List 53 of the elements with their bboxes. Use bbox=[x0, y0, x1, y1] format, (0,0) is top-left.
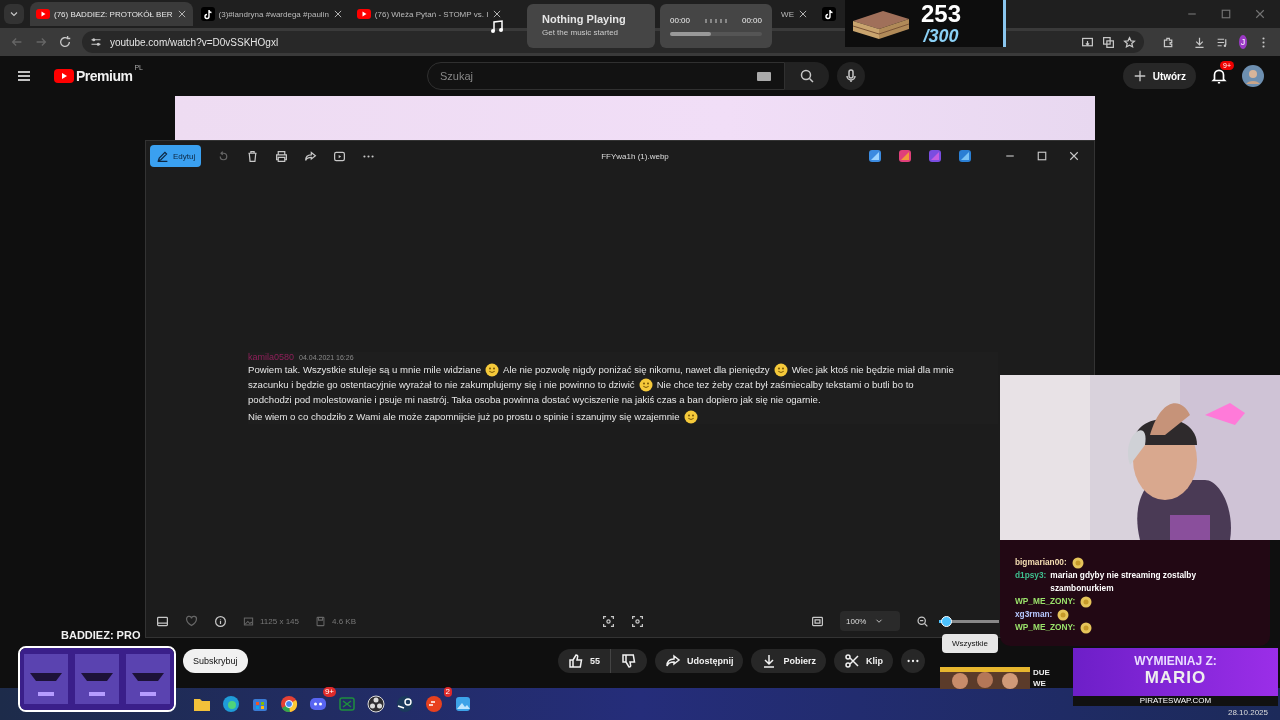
tab-title: WE bbox=[781, 9, 794, 19]
video-title: DUE bbox=[1033, 667, 1050, 678]
message-text: Ale nie pozwolę nigdy poniżać się nikomu, nawet dla pieniędzy bbox=[503, 363, 770, 377]
browser-tab[interactable]: (3)#landryna #wardega #paulin bbox=[194, 2, 349, 26]
message-text: Nie chce tez żeby czat był zaśmiecalby tekstami o butli bo to bbox=[656, 378, 914, 392]
tab-title: (76) BADDIEZ: PROTOKÓŁ BER bbox=[54, 9, 173, 19]
app-badge: 9+ bbox=[322, 687, 336, 697]
profile-avatar[interactable]: J bbox=[1239, 35, 1247, 49]
like-button[interactable]: 55 bbox=[557, 649, 611, 673]
tooltip: Wszystkie bbox=[942, 634, 998, 653]
elapsed-time: 00:00 bbox=[670, 16, 691, 25]
ad-headline: WYMIENIAJ Z: bbox=[1134, 654, 1217, 668]
download-button[interactable]: Pobierz bbox=[751, 649, 826, 673]
message-text: podchodzi pod molestowanie i psuje mi nastrój. Taka osoba powinna dostać wyciszenie na jakiś czas a ban dopiero jak się nie ogarnie. bbox=[248, 393, 821, 407]
search-field[interactable]: Szukaj bbox=[427, 62, 785, 90]
channel-name: WE bbox=[1033, 678, 1047, 689]
message-username: kamila0580 bbox=[248, 352, 295, 362]
file-name: FFYwa1h (1).webp bbox=[601, 151, 670, 161]
total-time: 00:00 bbox=[741, 16, 762, 25]
url-text: youtube.com/watch?v=D0vSSKHOgxl bbox=[110, 36, 279, 48]
message-text: Nie wiem o co chodziło z Wami ale może zapomnijcie już po prostu o spinie i szanujmy się wzajemnie bbox=[248, 410, 680, 424]
image-dimensions: 1125 x 145 bbox=[260, 616, 299, 626]
create-button[interactable]: Utwórz bbox=[1122, 63, 1196, 89]
message-text: Powiem tak. Wszystkie stuleje są u mnie mile widziane bbox=[248, 363, 481, 377]
media-title: Nothing Playing bbox=[542, 13, 627, 25]
browser-tab[interactable]: WE bbox=[775, 2, 814, 26]
browser-tab[interactable]: (76) Wieża Pytań - STOMP vs. I bbox=[350, 2, 509, 26]
ad-title: MARIO bbox=[1144, 668, 1207, 688]
counter-value: 253 bbox=[921, 1, 962, 26]
tab-title: (3)#landryna #wardega #paulin bbox=[218, 9, 329, 19]
message-text: szacunku i będzie go ostentacyjnie wyrażał to nie zakumplujemy się i nie powinno to dziwić bbox=[248, 378, 635, 392]
chat-username: WP_ME_ZONY: bbox=[1015, 595, 1076, 608]
share-button[interactable]: Udostępnij bbox=[655, 649, 744, 673]
media-subtitle: Get the music started bbox=[542, 28, 620, 37]
chat-username: d1psy3: bbox=[1015, 569, 1047, 582]
chat-message: marian gdyby nie streaming zostalby szambonurkiem bbox=[1050, 569, 1198, 595]
browser-tab[interactable]: (76) BADDIEZ: PROTOKÓŁ BER bbox=[30, 2, 193, 26]
clip-button[interactable]: Klip bbox=[834, 649, 893, 673]
subscribe-button[interactable]: Subskrybuj bbox=[183, 649, 248, 673]
ad-url: PIRATESWAP.COM bbox=[1073, 696, 1278, 706]
edit-button[interactable]: Edytuj bbox=[150, 145, 202, 167]
zoom-dropdown[interactable]: 100% bbox=[840, 611, 900, 631]
tab-title: (76) Wieża Pytań - STOMP vs. I bbox=[374, 9, 489, 19]
app-badge: 2 bbox=[443, 687, 452, 697]
file-size: 4.6 KB bbox=[332, 616, 356, 626]
video-title: BADDIEZ: PRO bbox=[61, 628, 141, 643]
message-text: Wiec jak ktoś nie będzie miał dla mnie bbox=[791, 363, 954, 377]
counter-goal: /300 bbox=[923, 25, 959, 46]
taskbar-date: 28.10.2025 bbox=[1227, 707, 1268, 717]
chat-username: bigmarian00: bbox=[1015, 556, 1067, 569]
chat-username: xg3rman: bbox=[1015, 608, 1053, 621]
logo-text[interactable]: Premium bbox=[76, 68, 133, 84]
chat-username: WP_ME_ZONY: bbox=[1015, 621, 1076, 634]
